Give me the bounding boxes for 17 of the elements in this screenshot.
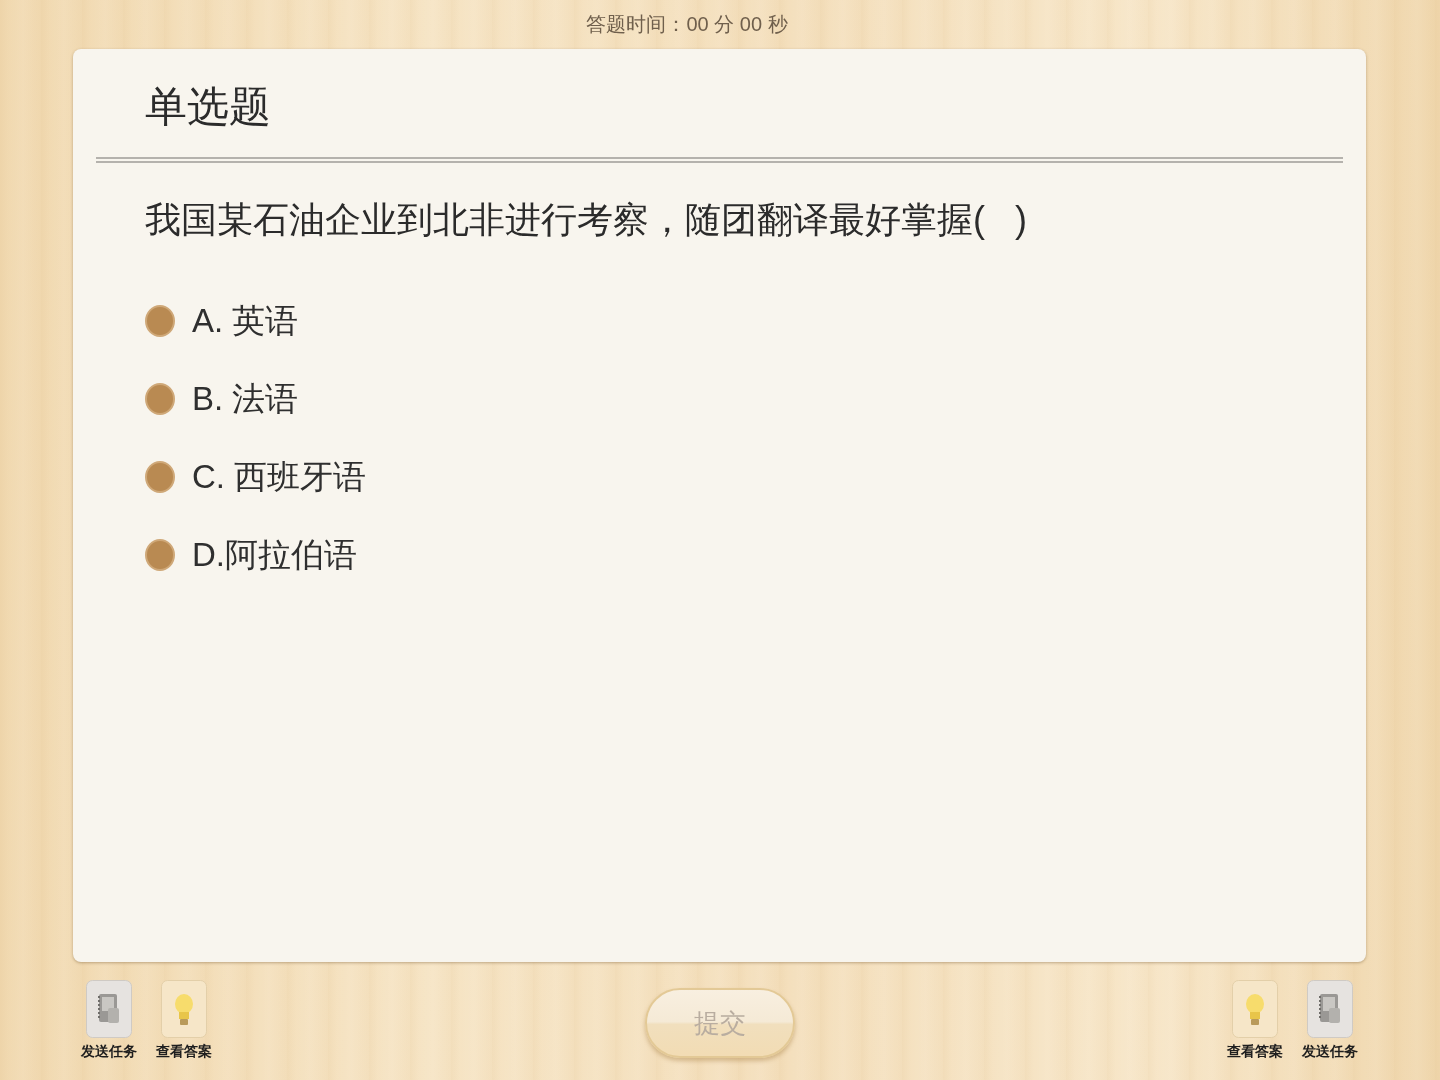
answer-timer: 答题时间：00 分 00 秒 xyxy=(586,12,788,37)
option-label[interactable]: D.阿拉伯语 xyxy=(192,534,357,576)
option-label[interactable]: A. 英语 xyxy=(192,300,299,342)
radio-icon[interactable] xyxy=(145,461,175,493)
tool-label[interactable]: 发送任务 xyxy=(1302,1042,1358,1060)
radio-icon[interactable] xyxy=(145,539,175,571)
option-label[interactable]: C. 西班牙语 xyxy=(192,456,367,498)
tool-label[interactable]: 发送任务 xyxy=(81,1042,137,1060)
question-text: 我国某石油企业到北非进行考察，随团翻译最好掌握( ) xyxy=(145,198,1027,242)
radio-icon[interactable] xyxy=(145,305,175,337)
question-type-title: 单选题 xyxy=(145,82,271,132)
notebook-icon[interactable] xyxy=(1307,980,1353,1038)
radio-icon[interactable] xyxy=(145,383,175,415)
tool-label[interactable]: 查看答案 xyxy=(1227,1042,1283,1060)
notebook-icon[interactable] xyxy=(86,980,132,1038)
option-label[interactable]: B. 法语 xyxy=(192,378,299,420)
tool-label[interactable]: 查看答案 xyxy=(156,1042,212,1060)
